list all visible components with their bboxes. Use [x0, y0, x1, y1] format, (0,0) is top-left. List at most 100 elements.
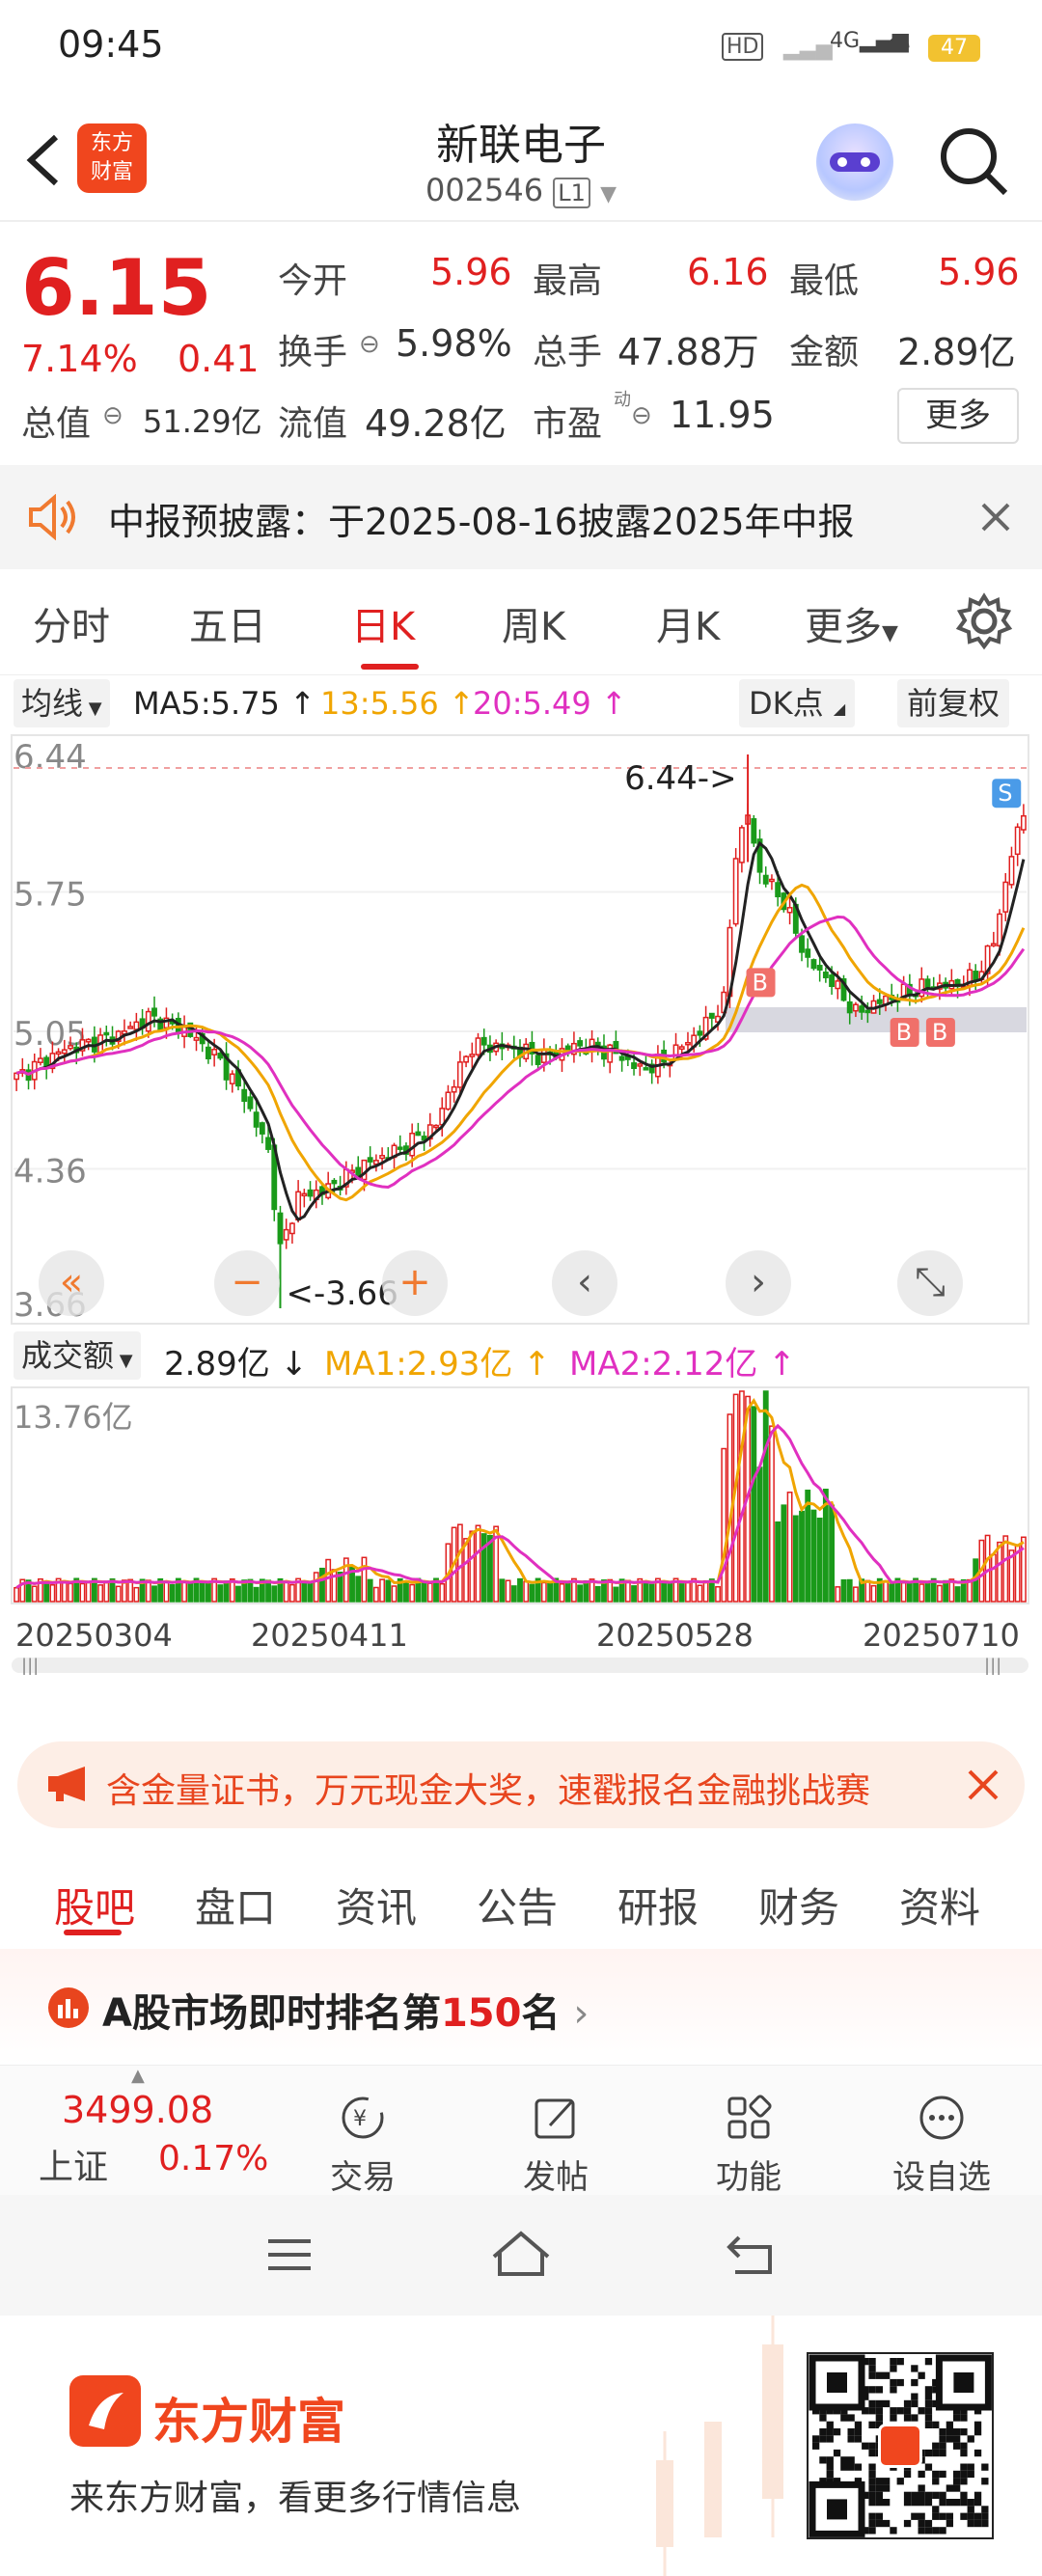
tab-daily-k[interactable]: 日K	[351, 595, 415, 651]
promo-text: 含金量证书，万元现金大奖，速戳报名金融挑战赛	[106, 1771, 871, 1811]
tab-finance[interactable]: 财务	[758, 1876, 839, 1934]
candle	[193, 1036, 200, 1041]
volume-bar	[68, 1582, 73, 1603]
gear-icon[interactable]	[955, 592, 1013, 650]
volume-bar	[14, 1586, 20, 1603]
marker-label: S	[998, 780, 1012, 807]
candle	[217, 1053, 224, 1059]
battery-icon: 47	[928, 35, 980, 62]
menu-icon[interactable]	[266, 2235, 313, 2274]
tab-weekly-k[interactable]: 周K	[502, 595, 565, 651]
fullscreen-icon[interactable]: ⤡	[897, 1250, 963, 1316]
volume-type-select[interactable]: 成交额 ▼	[14, 1331, 141, 1380]
volume-bar	[769, 1425, 775, 1603]
candle	[643, 1067, 649, 1071]
adjust-button[interactable]: 前复权	[897, 679, 1010, 727]
ma-type-select[interactable]: 均线 ▼	[14, 679, 110, 727]
volume-chart[interactable]: 13.76亿 20250304 20250411 20250528 20250710 …	[0, 1385, 1042, 1675]
volume-bar	[385, 1579, 392, 1603]
volume-bar	[661, 1581, 668, 1603]
volume-bar	[480, 1533, 487, 1603]
volume-bar	[781, 1504, 787, 1603]
trade-label: 交易	[330, 2158, 396, 2197]
x-tick-label: 20250411	[251, 1617, 408, 1654]
function-button[interactable]: 功能	[672, 2066, 826, 2197]
volume-bar	[271, 1585, 278, 1603]
trade-button[interactable]: ¥ 交易	[286, 2066, 440, 2197]
robot-assistant-icon[interactable]	[816, 123, 893, 201]
tab-five-day[interactable]: 五日	[189, 595, 266, 651]
tab-pankou[interactable]: 盘口	[195, 1876, 276, 1934]
volume-bar	[103, 1580, 110, 1603]
caret-down-icon: ▼	[882, 621, 898, 645]
volume-bar	[1020, 1536, 1027, 1603]
volume-bar	[846, 1578, 853, 1603]
plus-icon[interactable]: +	[382, 1250, 448, 1316]
level-badge: L1	[553, 178, 590, 208]
volume-bar	[361, 1556, 368, 1603]
volume-bar	[456, 1523, 463, 1603]
candle	[205, 1046, 211, 1059]
volume-bar	[883, 1580, 889, 1603]
quote-panel: 6.15 7.14% 0.41 今开 5.96 最高 6.16 最低 5.96 …	[0, 224, 1042, 465]
hd-icon: HD	[722, 33, 764, 61]
market-rank-row[interactable]: A股市场即时排名第150名 ›	[0, 1949, 1042, 2065]
scroll-track[interactable]	[12, 1658, 1028, 1673]
dk-point-button[interactable]: DK点 ◢	[739, 679, 856, 727]
index-quote[interactable]: ▲ 3499.08 上证 0.17%	[0, 2066, 280, 2196]
tab-intraday[interactable]: 分时	[33, 595, 110, 651]
ma5-legend: MA5:5.75 ↑	[133, 685, 315, 722]
zoom-out-left-icon[interactable]: «	[39, 1250, 104, 1316]
candle	[55, 1051, 62, 1055]
info-icon[interactable]: ⊖	[359, 330, 380, 359]
status-bar: 09:45 HD ▂▃▅ 4G▂▄▆ ◠ 47	[0, 0, 1042, 96]
volume-bar	[187, 1582, 194, 1603]
corner-icon: ◢	[833, 699, 846, 718]
tab-monthly-k[interactable]: 月K	[656, 595, 720, 651]
tab-profile[interactable]: 资料	[899, 1876, 980, 1934]
volume-bar	[217, 1584, 224, 1603]
scroll-handle-left[interactable]: |||	[21, 1656, 39, 1675]
tab-more[interactable]: 更多▼	[805, 595, 898, 651]
close-icon[interactable]	[980, 502, 1011, 533]
close-icon[interactable]	[967, 1768, 1000, 1801]
promo-banner[interactable]: 含金量证书，万元现金大奖，速戳报名金融挑战赛	[17, 1741, 1025, 1828]
next-icon[interactable]: ›	[726, 1250, 791, 1316]
volume-bar	[799, 1510, 805, 1603]
notice-bar[interactable]: 中报预披露：于2025-08-16披露2025年中报	[0, 465, 1042, 569]
tab-research[interactable]: 研报	[617, 1876, 699, 1934]
open-label: 今开	[278, 261, 348, 301]
home-icon[interactable]	[490, 2230, 552, 2278]
volume-bar	[426, 1582, 433, 1603]
stock-code-row[interactable]: 002546 L1 ▼	[405, 172, 637, 208]
candle	[732, 858, 739, 925]
marker-label: B	[753, 969, 768, 996]
scroll-handle-right[interactable]: |||	[984, 1656, 1001, 1675]
volume-bar	[853, 1586, 859, 1603]
brand-name: 东方财富	[152, 2394, 345, 2450]
app-logo[interactable]: 东方 财富	[77, 123, 147, 193]
minus-icon[interactable]: −	[214, 1250, 280, 1316]
low-label: 最低	[789, 261, 860, 301]
price-chart[interactable]: 6.445.755.054.363.66 6.44-><-3.66BBBS	[0, 729, 1042, 1347]
add-watchlist-button[interactable]: 设自选	[864, 2066, 1019, 2197]
info-icon[interactable]: ⊖	[102, 401, 123, 430]
volume-bar	[313, 1572, 319, 1603]
prev-icon[interactable]: ‹	[552, 1250, 617, 1316]
volume-bar	[762, 1390, 769, 1603]
back-nav-icon[interactable]	[726, 2233, 776, 2276]
post-button[interactable]: 发帖	[479, 2066, 633, 2197]
tab-guba[interactable]: 股吧	[54, 1876, 135, 1934]
volume-bar	[253, 1586, 260, 1603]
tab-news[interactable]: 资讯	[336, 1876, 417, 1934]
volume-bar	[409, 1583, 416, 1603]
tab-more-label: 更多	[805, 605, 882, 649]
volume-label: 总手	[533, 333, 603, 372]
period-tabs: 分时 五日 日K 周K 月K 更多▼	[0, 571, 1042, 675]
back-icon[interactable]	[21, 131, 64, 189]
search-icon[interactable]	[938, 125, 1011, 199]
tab-announcements[interactable]: 公告	[477, 1876, 558, 1934]
more-button[interactable]: 更多	[897, 388, 1019, 444]
candle	[786, 907, 793, 914]
info-icon[interactable]: ⊖	[631, 401, 652, 430]
